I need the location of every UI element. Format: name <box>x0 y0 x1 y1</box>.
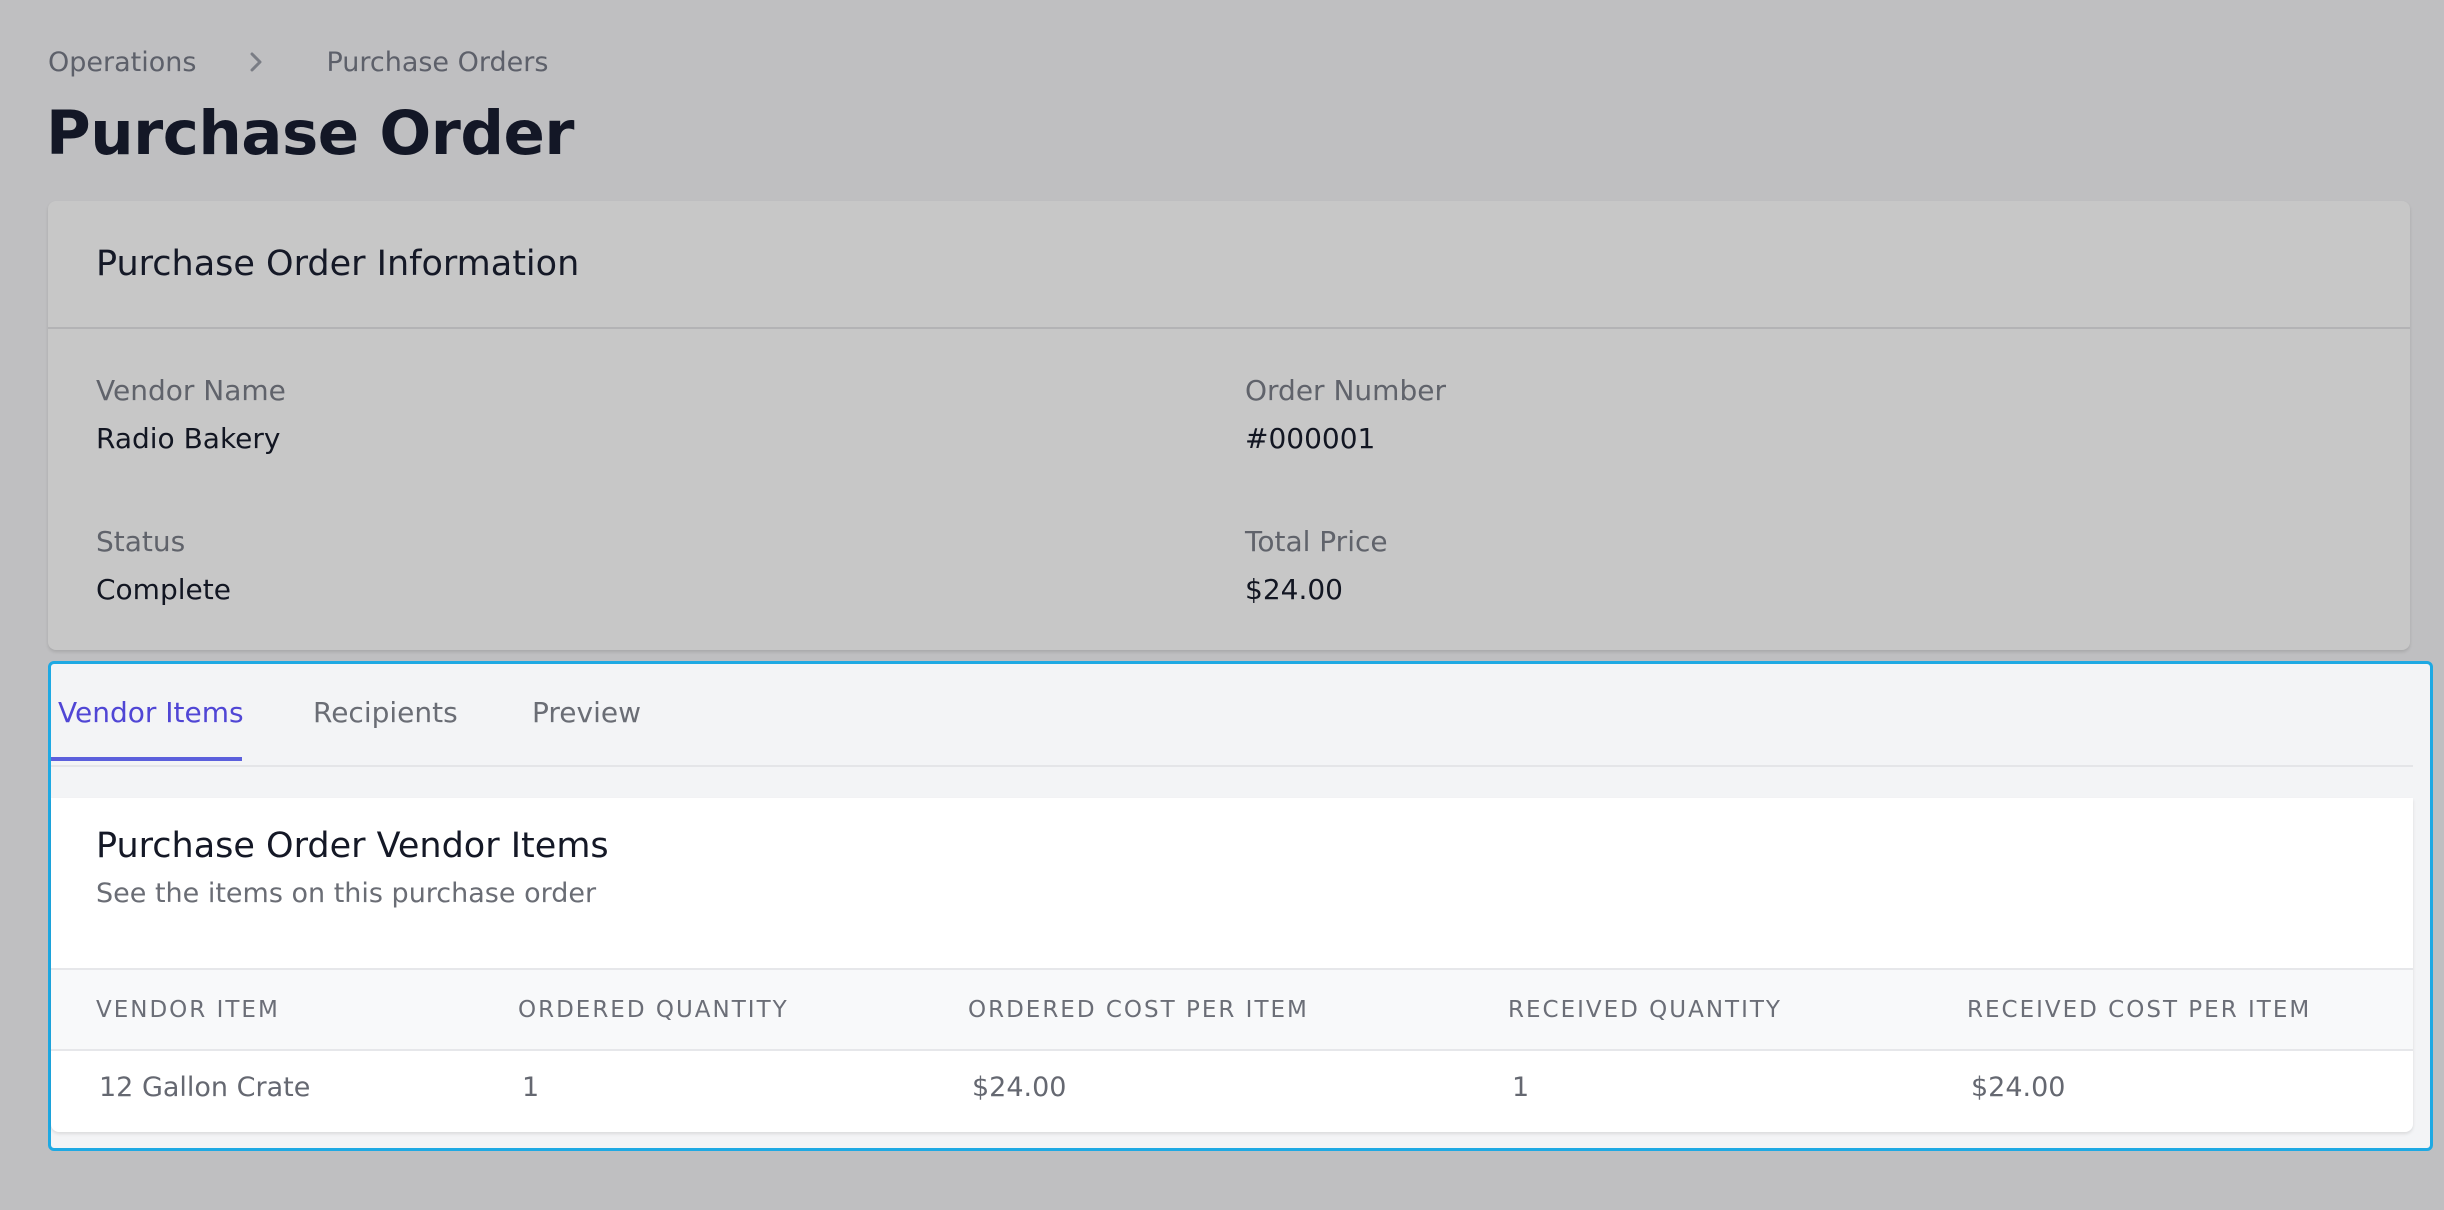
active-tab-indicator <box>51 757 242 761</box>
cell-vendor-item: 12 Gallon Crate <box>99 1072 311 1103</box>
total-price-field: Total Price $24.00 <box>1245 524 1388 608</box>
tab-preview[interactable]: Preview <box>532 664 641 760</box>
vendor-items-card: Purchase Order Vendor Items See the item… <box>51 798 2413 1132</box>
purchase-order-information-card: Purchase Order Information Vendor Name R… <box>48 201 2410 650</box>
tab-bar: Vendor Items Recipients Preview <box>51 664 2413 767</box>
card-header: Purchase Order Information <box>48 201 2410 329</box>
order-number-field: Order Number #000001 <box>1245 373 1446 457</box>
total-price-label: Total Price <box>1245 525 1388 558</box>
column-header-received-quantity: RECEIVED QUANTITY <box>1460 968 1919 1051</box>
vendor-name-field: Vendor Name Radio Bakery <box>96 373 286 457</box>
vendor-items-subtitle: See the items on this purchase order <box>96 878 597 909</box>
tab-vendor-items[interactable]: Vendor Items <box>58 664 244 760</box>
table-row: 12 Gallon Crate 1 $24.00 1 $24.00 <box>51 1050 2413 1124</box>
breadcrumb-purchase-orders-link[interactable]: Purchase Orders <box>326 47 548 78</box>
order-number-value: #000001 <box>1245 422 1376 455</box>
column-header-received-cost: RECEIVED COST PER ITEM <box>1919 968 2413 1051</box>
breadcrumb: Operations Purchase Orders <box>48 44 548 80</box>
status-field: Status Complete <box>96 524 231 608</box>
page-title: Purchase Order <box>46 98 574 169</box>
order-number-label: Order Number <box>1245 374 1446 407</box>
cell-ordered-quantity: 1 <box>522 1072 540 1103</box>
status-value: Complete <box>96 573 231 606</box>
tab-recipients[interactable]: Recipients <box>313 664 458 760</box>
card-title: Purchase Order Information <box>96 244 580 284</box>
cell-received-cost: $24.00 <box>1971 1072 2066 1103</box>
tabs-panel: Vendor Items Recipients Preview Purchase… <box>48 661 2433 1151</box>
vendor-items-title: Purchase Order Vendor Items <box>96 826 609 866</box>
vendor-name-label: Vendor Name <box>96 374 286 407</box>
column-header-vendor-item: VENDOR ITEM <box>51 968 471 1051</box>
cell-ordered-cost: $24.00 <box>972 1072 1067 1103</box>
cell-received-quantity: 1 <box>1512 1072 1530 1103</box>
column-header-ordered-cost: ORDERED COST PER ITEM <box>924 968 1460 1051</box>
table-header-row: VENDOR ITEM ORDERED QUANTITY ORDERED COS… <box>51 968 2413 1051</box>
total-price-value: $24.00 <box>1245 573 1343 606</box>
column-header-ordered-quantity: ORDERED QUANTITY <box>471 968 924 1051</box>
vendor-items-table: VENDOR ITEM ORDERED QUANTITY ORDERED COS… <box>51 968 2413 1124</box>
status-label: Status <box>96 525 186 558</box>
vendor-name-value: Radio Bakery <box>96 422 281 455</box>
breadcrumb-operations-link[interactable]: Operations <box>48 47 196 78</box>
chevron-right-icon <box>226 44 286 80</box>
